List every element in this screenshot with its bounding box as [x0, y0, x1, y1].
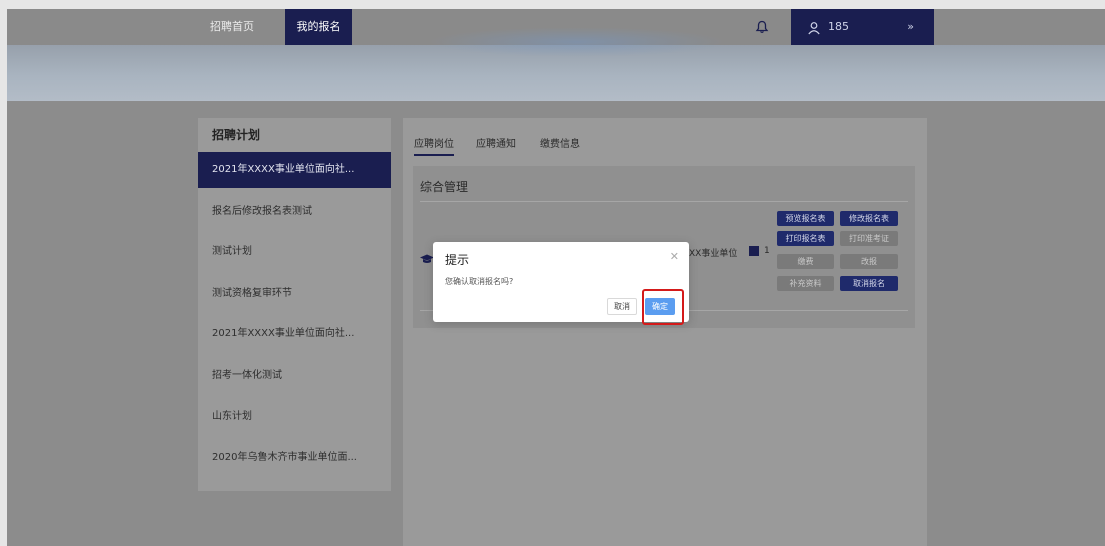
sidebar-plan-item[interactable]: 测试资格复审环节: [198, 276, 391, 312]
job-headcount: 1: [764, 246, 770, 256]
supplement-materials-button[interactable]: 补充资料: [777, 276, 834, 291]
edit-form-button[interactable]: 修改报名表: [840, 211, 898, 226]
sidebar-plan-item[interactable]: 山东计划: [198, 399, 391, 435]
tab-active-indicator: [414, 154, 454, 156]
banner-decoration: [427, 27, 727, 57]
cancel-signup-button[interactable]: 取消报名: [840, 276, 898, 291]
nav-home-link[interactable]: 招聘首页: [210, 9, 254, 45]
tab-notices[interactable]: 应聘通知: [476, 135, 516, 150]
print-form-button[interactable]: 打印报名表: [777, 231, 834, 246]
dialog-cancel-button[interactable]: 取消: [607, 298, 637, 315]
preview-form-button[interactable]: 预览报名表: [777, 211, 834, 226]
tab-applied-positions[interactable]: 应聘岗位: [414, 135, 454, 150]
username: 185: [828, 20, 849, 33]
user-menu[interactable]: 185 »: [791, 9, 934, 45]
sidebar-plan-item[interactable]: 测试计划: [198, 234, 391, 270]
close-icon[interactable]: ✕: [670, 250, 679, 263]
dialog-title: 提示: [445, 253, 470, 267]
sidebar-plan-item[interactable]: 2021年XXXX事业单位面向社...: [198, 152, 391, 188]
user-icon: [807, 20, 821, 35]
main-content: 应聘岗位 应聘通知 缴费信息 综合管理 XX事业单位 1 预览报名表 修改报名表…: [403, 118, 927, 546]
graduation-cap-icon: [420, 249, 434, 263]
sidebar-plan-item[interactable]: 2020年乌鲁木齐市事业单位面...: [198, 440, 391, 476]
print-ticket-button[interactable]: 打印准考证: [840, 231, 898, 246]
nav-my-signup-link[interactable]: 我的报名: [285, 9, 352, 45]
bell-icon[interactable]: [755, 19, 769, 33]
sidebar-plan-item[interactable]: 招考一体化测试: [198, 358, 391, 394]
double-chevron-down-icon[interactable]: »: [907, 9, 914, 45]
section-title: 综合管理: [420, 180, 469, 194]
sidebar-title: 招聘计划: [212, 128, 261, 142]
pay-button[interactable]: 缴费: [777, 254, 834, 269]
job-unit: XX事业单位: [689, 249, 738, 259]
sidebar-plan-item[interactable]: 2021年XXXX事业单位面向社...: [198, 316, 391, 352]
change-application-button[interactable]: 改报: [840, 254, 898, 269]
divider: [420, 201, 908, 202]
banner: [7, 27, 1105, 101]
sidebar-plan-item[interactable]: 报名后修改报名表测试: [198, 194, 391, 230]
plan-sidebar: 招聘计划 2021年XXXX事业单位面向社... 报名后修改报名表测试 测试计划…: [198, 118, 391, 491]
headcount-icon: [749, 246, 759, 256]
dialog-message: 您确认取消报名吗?: [445, 277, 514, 286]
confirm-highlight-box: [642, 289, 684, 325]
tab-payment-info[interactable]: 缴费信息: [540, 135, 580, 150]
